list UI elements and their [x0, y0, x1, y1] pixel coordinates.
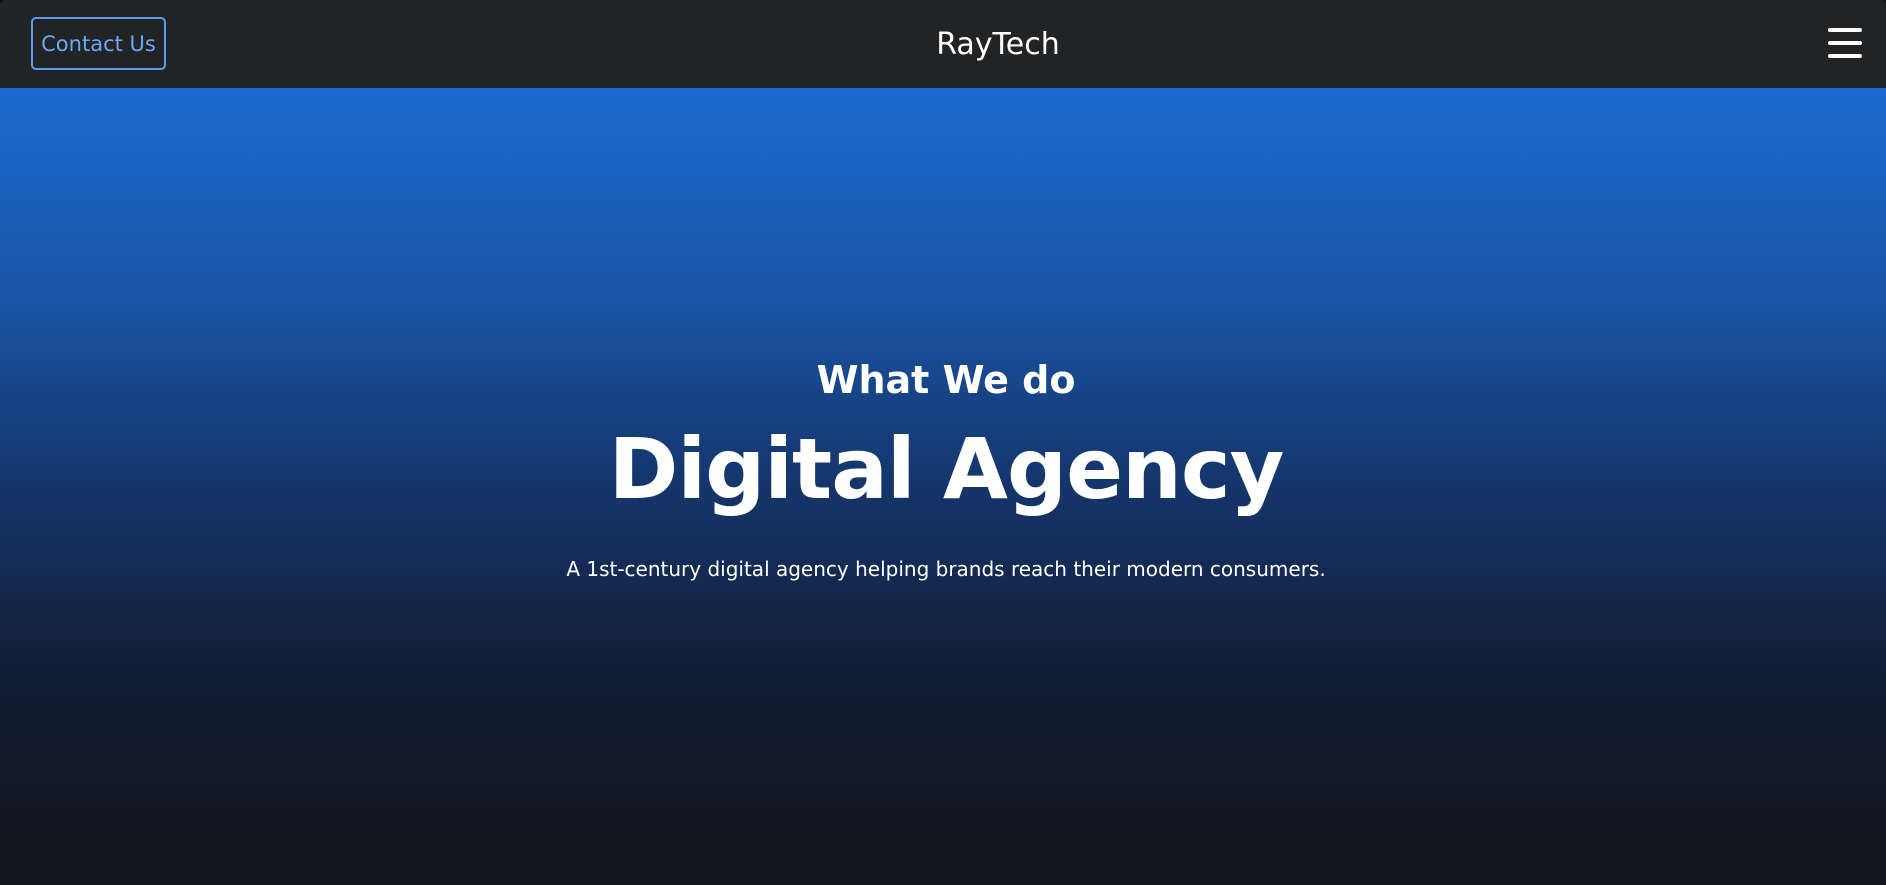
- menu-bar-middle: [1828, 41, 1862, 45]
- brand-logo-text[interactable]: RayTech: [936, 27, 1060, 62]
- page: Contact Us RayTech What We do Digital Ag…: [0, 0, 1886, 885]
- hero-section: What We do Digital Agency A 1st-century …: [0, 88, 1886, 885]
- navbar: Contact Us RayTech: [0, 0, 1886, 88]
- hero-subtitle: A 1st-century digital agency helping bra…: [566, 557, 1326, 581]
- hero-kicker: What We do: [816, 358, 1076, 402]
- menu-bar-top: [1828, 28, 1862, 32]
- hamburger-menu-icon[interactable]: [1828, 28, 1862, 58]
- brand-container: RayTech: [0, 0, 1886, 88]
- hero-title: Digital Agency: [608, 420, 1285, 518]
- contact-us-button[interactable]: Contact Us: [31, 17, 166, 70]
- menu-bar-bottom: [1828, 54, 1862, 58]
